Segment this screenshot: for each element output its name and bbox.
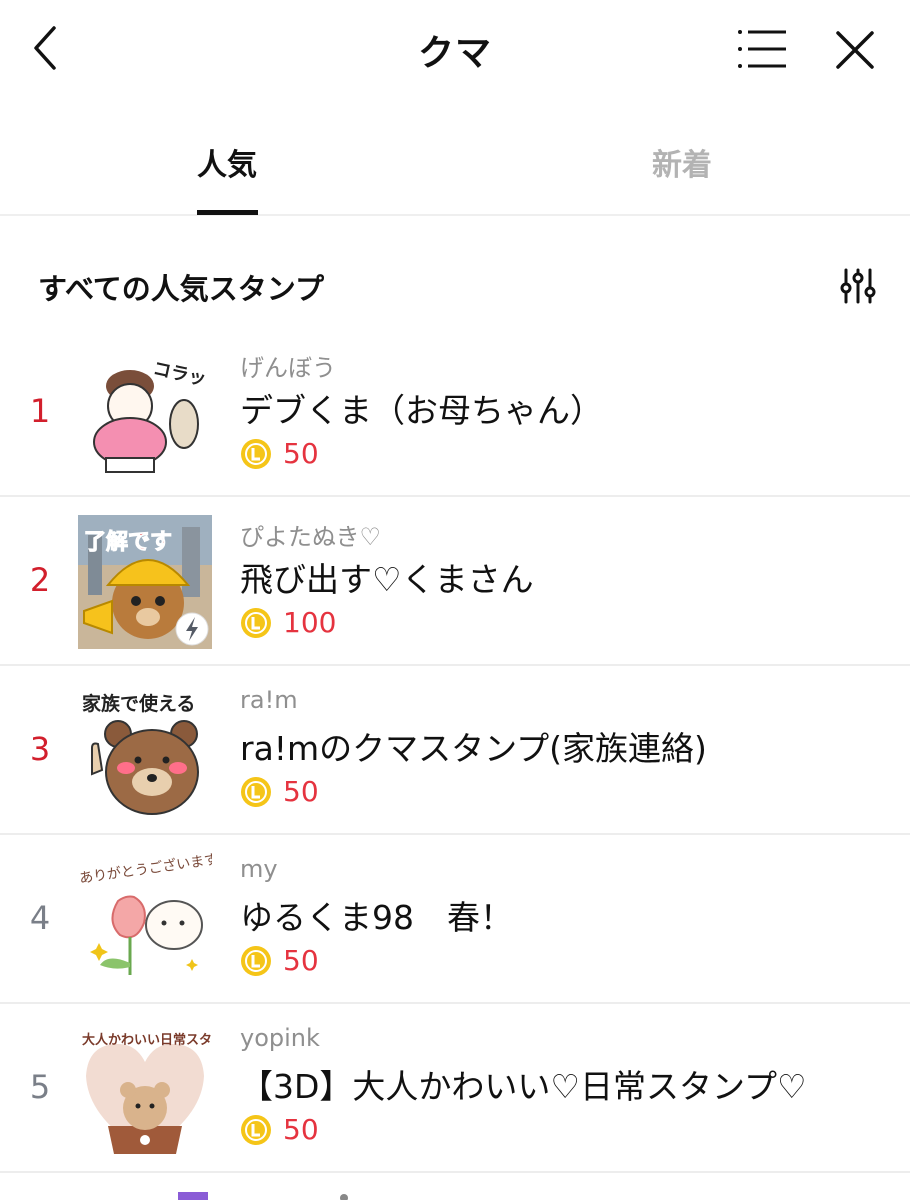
active-tab-indicator: [197, 210, 258, 215]
next-row-peek: [0, 1172, 910, 1200]
line-coin-icon: [241, 439, 271, 469]
header: クマ: [0, 0, 910, 100]
price-value: 50: [283, 1113, 319, 1146]
close-icon: [836, 31, 874, 69]
sticker-thumbnail: 家族で使える: [78, 684, 212, 818]
list-button[interactable]: [736, 27, 788, 71]
price-value: 100: [283, 606, 337, 639]
rank-number: 2: [29, 561, 51, 599]
sticker-name: デブくま（お母ちゃん）: [240, 391, 603, 430]
next-row-preview: [178, 1192, 348, 1200]
price-value: 50: [283, 944, 319, 977]
price-value: 50: [283, 775, 319, 808]
filter-button[interactable]: [838, 264, 878, 308]
line-coin-icon: [241, 608, 271, 638]
rank-number: 5: [29, 1068, 51, 1106]
author-name: ぴよたぬき♡: [240, 523, 382, 551]
author-name: yopink: [240, 1024, 320, 1052]
line-coin-icon: [241, 1115, 271, 1145]
sticker-name: ra!mのクマスタンプ(家族連絡): [240, 729, 707, 768]
sticker-thumbnail: ありがとうございます: [78, 853, 212, 987]
rank-number: 3: [29, 730, 51, 768]
sticker-thumbnail: 大人かわいい日常スタンプ: [78, 1022, 212, 1156]
sliders-icon: [840, 268, 876, 304]
list-icon: [738, 30, 786, 68]
sticker-name: 飛び出す♡くまさん: [240, 560, 534, 599]
sticker-thumbnail: コラッ: [78, 346, 212, 480]
tab-bar: 人気 新着: [0, 110, 910, 216]
tab-new[interactable]: 新着: [652, 140, 712, 184]
author-name: my: [240, 855, 278, 883]
author-name: げんぼう: [240, 354, 336, 382]
sticker-name: ゆるくま98 春！: [240, 898, 513, 937]
rank-number: 1: [29, 392, 51, 430]
section-header: すべての人気スタンプ: [0, 258, 910, 318]
author-name: ra!m: [240, 686, 298, 714]
thumbnail-text: 大人かわいい日常スタンプ: [82, 1032, 212, 1048]
line-coin-icon: [241, 777, 271, 807]
thumbnail-text: 家族で使える: [82, 692, 195, 715]
rank-number: 4: [29, 899, 51, 937]
price-value: 50: [283, 437, 319, 470]
line-coin-icon: [241, 946, 271, 976]
section-title: すべての人気スタンプ: [38, 272, 324, 306]
sticker-name: 【3D】大人かわいい♡日常スタンプ♡: [240, 1067, 807, 1106]
list-item[interactable]: 3 家族で使える ra!m ra!mのクマスタンプ(家族連絡) 50: [0, 666, 910, 835]
list-item[interactable]: 5 大人かわいい日常スタンプ yopink 【3D】大人かわいい♡日常スタンプ♡…: [0, 1004, 910, 1173]
close-button[interactable]: [832, 27, 878, 73]
lightning-icon: [175, 612, 209, 646]
tab-popular[interactable]: 人気: [197, 140, 257, 184]
sticker-thumbnail: 了解です: [78, 515, 212, 649]
thumbnail-text: 了解です: [84, 529, 172, 555]
list-item[interactable]: 1 コラッ げんぼう デブくま（お母ちゃん） 50: [0, 328, 910, 497]
list-item[interactable]: 4 ありがとうございます my ゆるくま98 春！ 50: [0, 835, 910, 1004]
list-item[interactable]: 2 了解です ぴよたぬき♡ 飛び出す♡くまさん 100: [0, 497, 910, 666]
sticker-list: 1 コラッ げんぼう デブくま（お母ちゃん） 50 2 了解です ぴよたぬき♡ …: [0, 328, 910, 1173]
